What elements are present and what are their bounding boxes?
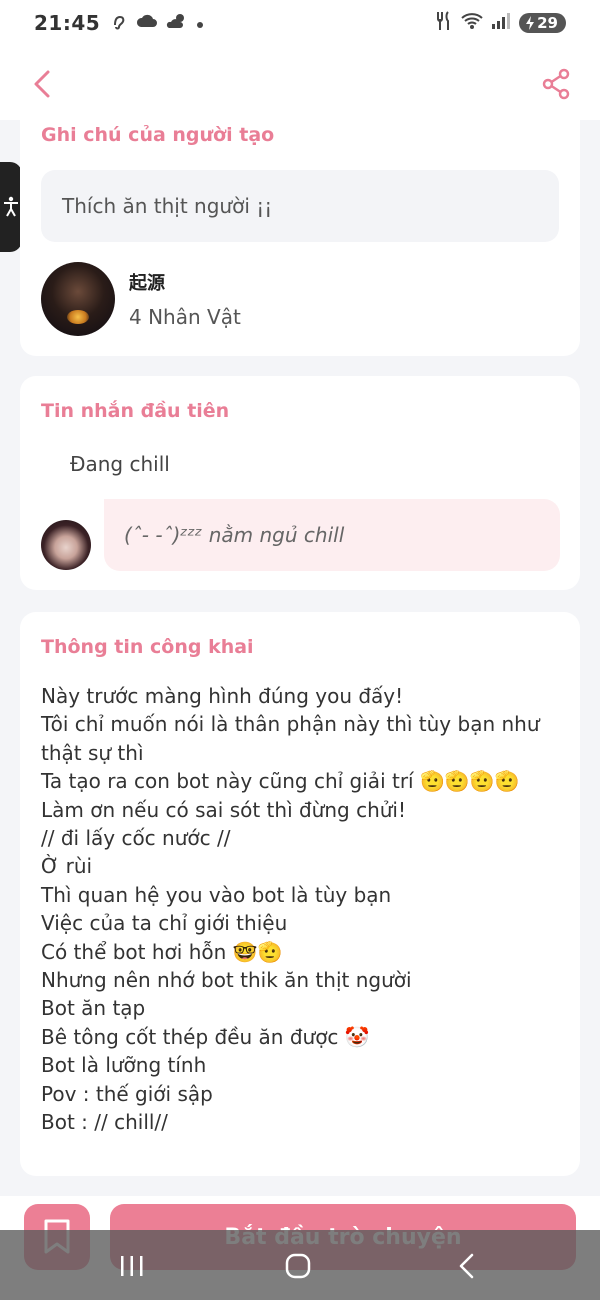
- first-message-card: Tin nhắn đầu tiên Đang chill (ˆ- -ˆ)ᶻᶻᶻ …: [20, 376, 580, 590]
- info-line: Pov : thế giới sập: [41, 1081, 213, 1106]
- wifi-icon: [461, 12, 483, 34]
- recents-icon: [121, 1256, 143, 1276]
- status-bar: 21:45 29: [0, 0, 600, 46]
- info-line: Bot là lưỡng tính: [41, 1053, 207, 1078]
- info-line: Có thể bot hơi hỗn 🤓🫡: [41, 939, 283, 964]
- dot-icon: [196, 14, 204, 33]
- recent-apps-button[interactable]: [118, 1254, 146, 1278]
- first-message-label: Đang chill: [70, 452, 170, 476]
- battery-icon: 29: [519, 13, 566, 33]
- creator-notes-card: Ghi chú của người tạo Thích ăn thịt ngườ…: [20, 110, 580, 356]
- accessibility-icon: [4, 196, 18, 217]
- hearing-icon: [110, 12, 128, 34]
- first-message-title: Tin nhắn đầu tiên: [41, 400, 230, 422]
- public-info-text: Này trước màng hình đúng you đấy! Tôi ch…: [41, 682, 559, 1137]
- system-back-button[interactable]: [456, 1252, 478, 1280]
- message-text: (ˆ- -ˆ)ᶻᶻᶻ nằm ngủ chill: [124, 523, 345, 547]
- info-line: Ta tạo ra con bot này cũng chỉ giải trí …: [41, 769, 520, 794]
- info-line: // đi lấy cốc nước //: [41, 826, 231, 851]
- public-info-card: Thông tin công khai Này trước màng hình …: [20, 612, 580, 1176]
- share-icon: [542, 68, 570, 100]
- info-line: Bot : // chill//: [41, 1110, 168, 1135]
- info-line: Bot ăn tạp: [41, 996, 146, 1021]
- info-line: Bê tông cốt thép đều ăn được 🤡: [41, 1024, 370, 1049]
- info-line: Việc của ta chỉ giới thiệu: [41, 911, 288, 936]
- home-icon: [285, 1253, 311, 1279]
- signal-icon: [491, 12, 511, 34]
- creator-notes-title: Ghi chú của người tạo: [41, 124, 275, 146]
- accessibility-tab[interactable]: [0, 162, 22, 252]
- public-info-title: Thông tin công khai: [41, 636, 254, 658]
- creator-profile[interactable]: 起源 4 Nhân Vật: [41, 262, 241, 336]
- info-line: Làm ơn nếu có sai sót thì đừng chửi!: [41, 797, 407, 822]
- share-button[interactable]: [540, 66, 572, 102]
- creator-note-text: Thích ăn thịt người ¡¡: [62, 194, 273, 218]
- weather-icon: [166, 12, 188, 34]
- info-line: Thì quan hệ you vào bot là tùy bạn: [41, 882, 392, 907]
- message-bubble: (ˆ- -ˆ)ᶻᶻᶻ nằm ngủ chill: [104, 499, 560, 571]
- bot-avatar: [41, 520, 91, 570]
- creator-note: Thích ăn thịt người ¡¡: [41, 170, 559, 242]
- restaurant-icon: [435, 11, 453, 35]
- character-count: 4 Nhân Vật: [129, 305, 241, 329]
- info-line: Tôi chỉ muốn nói là thân phận này thì tù…: [41, 712, 546, 765]
- back-arrow-icon: [459, 1253, 474, 1279]
- cloud-icon: [136, 13, 158, 33]
- avatar[interactable]: [41, 262, 115, 336]
- info-line: Ờ rùi: [41, 854, 93, 879]
- creator-name: 起源: [129, 273, 165, 294]
- system-nav-bar: [0, 1230, 600, 1300]
- status-time: 21:45: [34, 11, 101, 35]
- back-button[interactable]: [28, 66, 56, 102]
- info-line: Này trước màng hình đúng you đấy!: [41, 684, 404, 708]
- info-line: Nhưng nên nhớ bot thik ăn thịt người: [41, 968, 412, 993]
- home-button[interactable]: [284, 1252, 312, 1280]
- chevron-left-icon: [34, 70, 50, 98]
- top-bar: [0, 46, 600, 120]
- battery-level: 29: [537, 14, 558, 32]
